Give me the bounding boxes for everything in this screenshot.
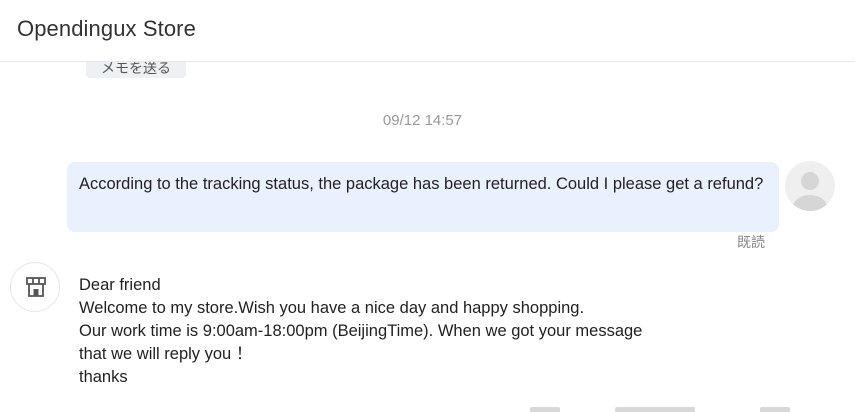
chat-area[interactable]: メモを送る 09/12 14:57 According to the track… [0,62,855,412]
incoming-message-line: Welcome to my store.Wish you have a nice… [79,299,585,317]
user-avatar-icon[interactable] [785,161,835,211]
outgoing-message-text: According to the tracking status, the pa… [79,175,764,193]
incoming-message: Dear friend Welcome to my store.Wish you… [79,274,779,389]
app-header: Opendingux Store [0,0,855,62]
store-icon[interactable] [10,262,60,312]
outgoing-message: According to the tracking status, the pa… [67,162,779,232]
incoming-message-line: that we will reply you ！ [79,345,253,363]
incoming-message-line: thanks [79,368,128,386]
partial-element [760,407,790,412]
read-status: 既読 [737,234,765,250]
partial-element [615,407,695,412]
incoming-message-line: Our work time is 9:00am-18:00pm (Beijing… [79,322,643,340]
incoming-message-line: Dear friend [79,276,161,294]
message-timestamp: 09/12 14:57 [382,112,463,129]
page-title: Opendingux Store [17,16,196,41]
partial-element [530,407,560,412]
send-memo-button[interactable]: メモを送る [86,62,186,78]
